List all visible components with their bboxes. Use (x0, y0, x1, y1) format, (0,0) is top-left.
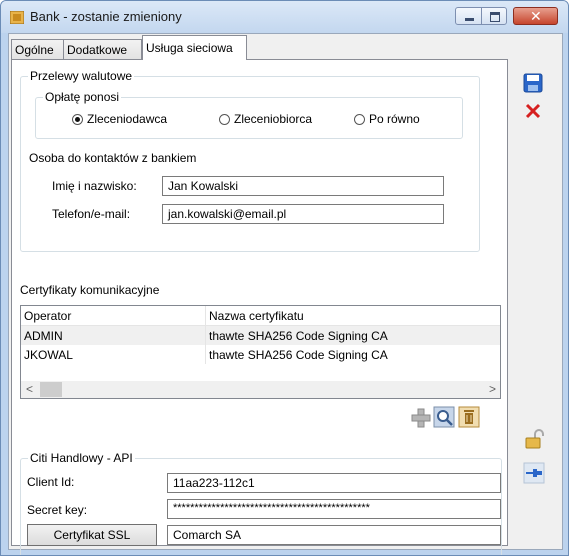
column-divider (205, 345, 206, 364)
tab-strip: Ogólne Dodatkowe Usługa sieciowa (9, 34, 562, 60)
close-icon: ✕ (530, 8, 542, 24)
scroll-right-arrow[interactable]: > (489, 382, 496, 396)
scroll-thumb[interactable] (40, 382, 62, 397)
tab-additional[interactable]: Dodatkowe (63, 39, 142, 59)
bank-edit-window: Bank - zostanie zmieniony ✕ Ogólne Dodat… (0, 0, 569, 556)
trash-icon[interactable] (458, 406, 480, 428)
contact-phone-email-field[interactable]: jan.kowalski@email.pl (162, 204, 444, 224)
column-divider (205, 306, 206, 325)
cell-certificate: thawte SHA256 Code Signing CA (209, 348, 388, 362)
tab-general[interactable]: Ogólne (11, 39, 64, 59)
column-header-certificate[interactable]: Nazwa certyfikatu (209, 309, 304, 323)
client-id-field[interactable]: 11aa223-112c1 (167, 473, 501, 493)
table-row[interactable]: JKOWAL thawte SHA256 Code Signing CA (21, 345, 500, 364)
maximize-button[interactable] (481, 7, 507, 25)
horizontal-scrollbar[interactable]: < > (21, 381, 500, 398)
phone-email-label: Telefon/e-mail: (52, 207, 131, 221)
cell-operator: JKOWAL (24, 348, 73, 362)
certificates-heading: Certyfikaty komunikacyjne (20, 283, 160, 297)
citi-api-label: Citi Handlowy - API (28, 451, 135, 465)
grid-header: Operator Nazwa certyfikatu (21, 306, 500, 326)
minimize-button[interactable] (455, 7, 482, 25)
secret-key-label: Secret key: (27, 503, 88, 517)
bank-icon (10, 11, 24, 24)
scroll-left-arrow[interactable]: < (26, 382, 33, 396)
pin-icon[interactable] (523, 462, 545, 484)
radio-recipient[interactable]: Zleceniobiorca (219, 112, 312, 126)
column-divider (205, 326, 206, 345)
ssl-certificate-button[interactable]: Certyfikat SSL (27, 524, 157, 546)
foreign-transfers-label: Przelewy walutowe (28, 69, 135, 83)
unlock-icon[interactable] (523, 428, 545, 450)
tab-label: Dodatkowe (67, 43, 128, 57)
radio-indicator (219, 113, 230, 125)
window-client-area: Ogólne Dodatkowe Usługa sieciowa Przelew… (8, 33, 563, 555)
close-window-button[interactable]: ✕ (513, 7, 558, 25)
delete-x-icon[interactable] (524, 102, 542, 120)
tab-label: Usługa sieciowa (146, 41, 233, 55)
citi-api-group: Citi Handlowy - API Client Id: 11aa223-1… (20, 451, 502, 555)
table-row[interactable]: ADMIN thawte SHA256 Code Signing CA (21, 326, 500, 345)
cell-certificate: thawte SHA256 Code Signing CA (209, 329, 388, 343)
contact-heading: Osoba do kontaktów z bankiem (29, 151, 197, 165)
client-id-label: Client Id: (27, 475, 75, 489)
secret-key-field[interactable]: ****************************************… (167, 499, 501, 519)
title-bar: Bank - zostanie zmieniony ✕ (1, 1, 568, 33)
radio-sender[interactable]: Zleceniodawca (72, 112, 167, 126)
fee-payer-label: Opłatę ponosi (43, 90, 122, 104)
window-title: Bank - zostanie zmieniony (30, 9, 182, 24)
preview-magnifier-icon[interactable] (433, 406, 455, 428)
cell-operator: ADMIN (24, 329, 63, 343)
column-header-operator[interactable]: Operator (24, 309, 71, 323)
tab-label: Ogólne (15, 43, 54, 57)
name-label: Imię i nazwisko: (52, 179, 137, 193)
radio-label: Po równo (369, 112, 420, 126)
foreign-transfers-group: Przelewy walutowe Opłatę ponosi Zlecenio… (20, 69, 480, 252)
certificates-grid[interactable]: Operator Nazwa certyfikatu ADMIN thawte … (20, 305, 501, 399)
save-icon[interactable] (523, 73, 543, 93)
contact-name-field[interactable]: Jan Kowalski (162, 176, 444, 196)
web-service-panel: Przelewy walutowe Opłatę ponosi Zlecenio… (11, 59, 508, 555)
ssl-certificate-field[interactable]: Comarch SA (167, 525, 501, 545)
radio-label: Zleceniobiorca (234, 112, 313, 126)
radio-indicator (354, 113, 365, 125)
add-icon[interactable] (410, 407, 432, 429)
radio-label: Zleceniodawca (87, 112, 168, 126)
fee-payer-group: Opłatę ponosi Zleceniodawca Zleceniobior… (35, 90, 463, 139)
radio-equal[interactable]: Po równo (354, 112, 420, 126)
tab-web-service[interactable]: Usługa sieciowa (142, 35, 247, 60)
radio-indicator (72, 113, 83, 125)
